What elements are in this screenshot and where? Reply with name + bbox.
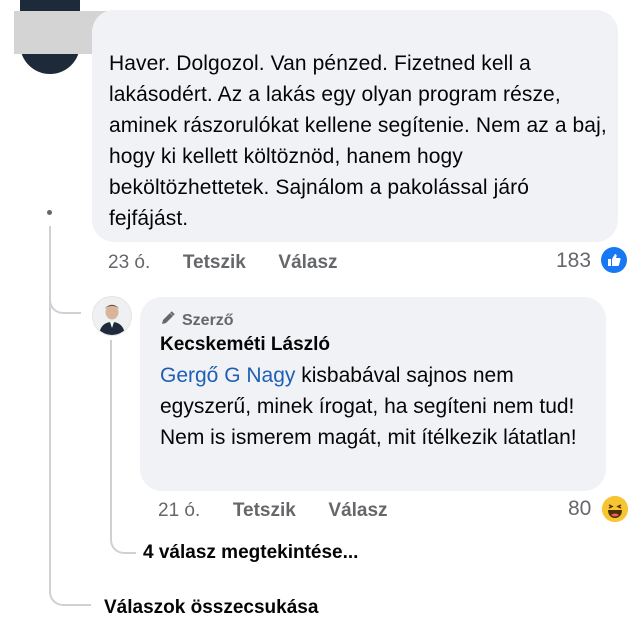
thread-dot	[47, 210, 52, 215]
author-badge: Szerző	[160, 310, 234, 331]
comment-meta: 23 ó. Tetszik Válasz	[108, 252, 338, 274]
mention-link[interactable]: Gergő G Nagy	[160, 364, 295, 387]
haha-icon[interactable]	[602, 496, 628, 522]
reply-meta: 21 ó. Tetszik Válasz	[158, 500, 388, 522]
view-replies-link[interactable]: 4 válasz megtekintése...	[143, 542, 358, 564]
reaction-count[interactable]: 183	[556, 249, 591, 273]
reply-time[interactable]: 21 ó.	[158, 500, 200, 521]
pencil-icon	[160, 310, 176, 331]
author-name[interactable]: Kecskeméti László	[160, 334, 330, 356]
reply-text: Gergő G Nagy kisbabával sajnos nem egysz…	[160, 360, 600, 453]
thread-branch-collapse	[49, 568, 91, 606]
reply-button[interactable]: Válasz	[278, 252, 337, 273]
reply-thread-line	[110, 340, 112, 530]
like-button[interactable]: Tetszik	[183, 252, 246, 273]
comment-text: Haver. Dolgozol. Van pénzed. Fizetned ke…	[109, 52, 607, 230]
reply-reply-button[interactable]: Válasz	[328, 500, 387, 521]
thread-branch-reply	[49, 276, 81, 314]
author-badge-label: Szerző	[182, 311, 234, 329]
comment-time[interactable]: 23 ó.	[108, 252, 150, 273]
like-icon[interactable]	[601, 247, 627, 273]
reply-thread-branch	[110, 512, 136, 554]
reply-like-button[interactable]: Tetszik	[233, 500, 296, 521]
reply-reaction-count[interactable]: 80	[568, 497, 591, 521]
collapse-replies-link[interactable]: Válaszok összecsukása	[104, 597, 318, 619]
author-avatar[interactable]	[92, 296, 132, 336]
